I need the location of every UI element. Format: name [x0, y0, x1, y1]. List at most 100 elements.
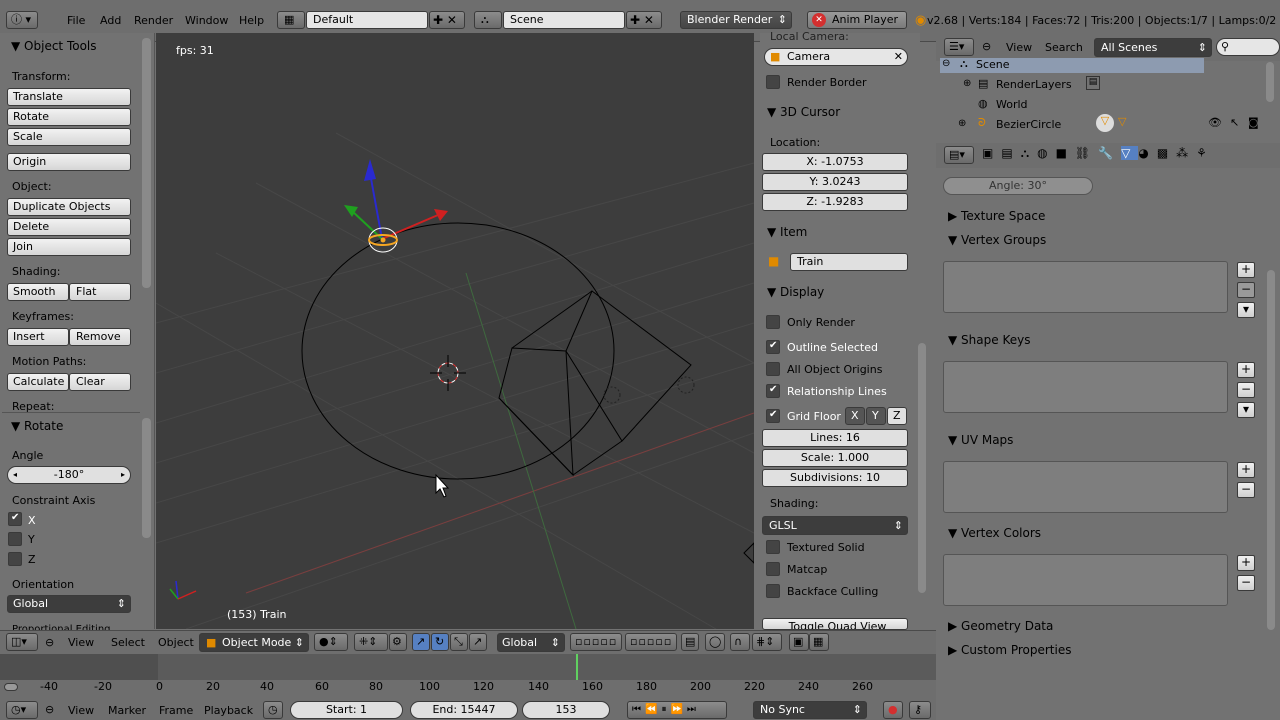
menu-toggle-icon[interactable]: ⊖: [45, 636, 54, 649]
toolshelf-scrollbar[interactable]: [142, 38, 151, 288]
playback-menu[interactable]: Playback: [204, 704, 253, 717]
outliner-beziercircle-label[interactable]: BezierCircle: [996, 118, 1061, 131]
anim-player-button[interactable]: ✕ Anim Player: [807, 11, 907, 29]
remove-shape-key-button[interactable]: −: [1237, 382, 1255, 398]
shape-key-menu-button[interactable]: ▾: [1237, 402, 1255, 418]
layout-add-remove[interactable]: ✚ ✕: [429, 11, 465, 29]
matcap-checkbox[interactable]: [766, 562, 780, 576]
3d-view-menu[interactable]: View: [68, 636, 94, 649]
preview-range-toggle[interactable]: ◷: [263, 701, 283, 719]
editor-type-button[interactable]: ⓘ ▾: [6, 11, 38, 29]
snap-toggle[interactable]: ∩: [730, 633, 750, 651]
select-menu[interactable]: Select: [111, 636, 145, 649]
menu-window[interactable]: Window: [185, 14, 228, 27]
particles-icon[interactable]: ⁂: [1176, 146, 1196, 160]
transform-manipulator[interactable]: [344, 159, 448, 240]
jump-end-icon[interactable]: ⏭: [687, 704, 700, 715]
expand-icon[interactable]: ⊕: [963, 78, 971, 89]
curve-data-icon[interactable]: ▽: [1096, 114, 1114, 132]
translate-manipulator-toggle[interactable]: ↗: [412, 633, 430, 651]
render-engine-select[interactable]: Blender Render ⇕: [680, 11, 792, 29]
grid-scale-field[interactable]: Scale: 1.000: [762, 449, 908, 467]
add-uv-map-button[interactable]: +: [1237, 462, 1255, 478]
camera-render-icon[interactable]: ◙: [1248, 116, 1259, 129]
orientation-select[interactable]: Global ⇕: [7, 595, 131, 613]
vertex-groups-header[interactable]: ▼ Vertex Groups: [948, 233, 1046, 247]
scene-name-field[interactable]: Scene: [503, 11, 625, 29]
npanel-scrollbar[interactable]: [918, 343, 926, 593]
layout-name-field[interactable]: Default: [306, 11, 428, 29]
remove-vertex-color-button[interactable]: −: [1237, 575, 1255, 591]
add-shape-key-button[interactable]: +: [1237, 362, 1255, 378]
modifiers-icon[interactable]: 🔧: [1098, 146, 1121, 160]
frame-menu[interactable]: Frame: [159, 704, 193, 717]
translate-button[interactable]: Translate: [7, 88, 131, 106]
world-icon[interactable]: ◍: [1037, 146, 1055, 160]
timeline-view-menu[interactable]: View: [68, 704, 94, 717]
geometry-data-header[interactable]: ▶ Geometry Data: [948, 619, 1053, 633]
scene-selector[interactable]: ⛬: [474, 11, 502, 29]
local-camera-field[interactable]: ■ Camera ✕: [764, 48, 908, 66]
only-render-checkbox[interactable]: [766, 315, 780, 329]
properties-editor-type[interactable]: ▤▾: [944, 146, 974, 164]
manipulator-toggle[interactable]: ⚙: [389, 633, 407, 651]
rotate-manipulator-toggle[interactable]: ↻: [431, 633, 449, 651]
transform-manipulator-toggle[interactable]: ↗: [469, 633, 487, 651]
3d-view-editor-type[interactable]: ◫▾: [6, 633, 38, 651]
outliner-search-input[interactable]: ⚲: [1216, 38, 1280, 56]
properties-context-tabs[interactable]: ▣▤⛬◍■⛓🔧▽◕▩⁂⚘: [982, 146, 1222, 164]
grid-axis-z-toggle[interactable]: Z: [887, 407, 907, 425]
object-tools-header[interactable]: ▼ Object Tools: [11, 39, 97, 53]
3d-viewport[interactable]: fps: 31 (153) Train: [156, 33, 754, 629]
add-vertex-group-button[interactable]: +: [1237, 262, 1255, 278]
bezier-circle[interactable]: [301, 222, 615, 480]
display-header[interactable]: ▼ Display: [767, 285, 824, 299]
outline-selected-checkbox[interactable]: [766, 340, 780, 354]
3d-cursor-header[interactable]: ▼ 3D Cursor: [767, 105, 840, 119]
opengl-anim-button[interactable]: ▦: [809, 633, 829, 651]
pivot-point-select[interactable]: ⁜⇕: [354, 633, 388, 651]
grid-axis-y-toggle[interactable]: Y: [866, 407, 886, 425]
calculate-button[interactable]: Calculate: [7, 373, 69, 391]
vertex-colors-header[interactable]: ▼ Vertex Colors: [948, 526, 1041, 540]
item-name-field[interactable]: Train: [790, 253, 908, 271]
rotate-operator-header[interactable]: ▼ Rotate: [11, 419, 63, 433]
mode-select[interactable]: ■ Object Mode ⇕: [199, 633, 309, 652]
delete-button[interactable]: Delete: [7, 218, 131, 236]
item-header[interactable]: ▼ Item: [767, 225, 807, 239]
textured-solid-checkbox[interactable]: [766, 540, 780, 554]
current-frame-field[interactable]: 153: [522, 701, 610, 719]
cursor-y-field[interactable]: Y: 3.0243: [762, 173, 908, 191]
prev-keyframe-icon[interactable]: ⏪: [645, 704, 661, 715]
collapse-icon[interactable]: ⊖: [942, 58, 950, 69]
jump-start-icon[interactable]: ⏮: [632, 704, 645, 715]
layout-selector[interactable]: ▦: [277, 11, 305, 29]
grid-floor-checkbox[interactable]: [766, 409, 780, 423]
object-menu[interactable]: Object: [158, 636, 194, 649]
outliner-search-menu[interactable]: Search: [1045, 41, 1083, 54]
angle-field[interactable]: ◂ -180° ▸: [7, 466, 131, 484]
timeline-ruler[interactable]: [0, 680, 936, 700]
current-frame-line[interactable]: [576, 654, 578, 680]
next-keyframe-icon[interactable]: ⏩: [670, 704, 686, 715]
timeline-editor-type[interactable]: ◷▾: [6, 701, 38, 719]
join-button[interactable]: Join: [7, 238, 131, 256]
outliner-world-label[interactable]: World: [996, 98, 1028, 111]
smooth-button[interactable]: Smooth: [7, 283, 69, 301]
grid-subdivisions-field[interactable]: Subdivisions: 10: [762, 469, 908, 487]
remove-uv-map-button[interactable]: −: [1237, 482, 1255, 498]
texture-space-header[interactable]: ▶ Texture Space: [948, 209, 1045, 223]
remove-vertex-group-button[interactable]: −: [1237, 282, 1255, 298]
shape-keys-header[interactable]: ▼ Shape Keys: [948, 333, 1030, 347]
scene-icon[interactable]: ⛬: [1021, 146, 1037, 160]
axis-y-checkbox[interactable]: [8, 532, 22, 546]
properties-scrollbar[interactable]: [1267, 270, 1275, 630]
outliner-editor-type[interactable]: ☰▾: [944, 38, 974, 56]
all-origins-checkbox[interactable]: [766, 362, 780, 376]
outliner-scrollbar[interactable]: [1266, 62, 1274, 102]
duplicate-objects-button[interactable]: Duplicate Objects: [7, 198, 131, 216]
viewport-canvas[interactable]: [156, 33, 754, 629]
proportional-edit-toggle[interactable]: ◯: [705, 633, 725, 651]
scale-button[interactable]: Scale: [7, 128, 131, 146]
playback-controls[interactable]: ⏮⏪⏸⏩⏭: [627, 701, 727, 719]
